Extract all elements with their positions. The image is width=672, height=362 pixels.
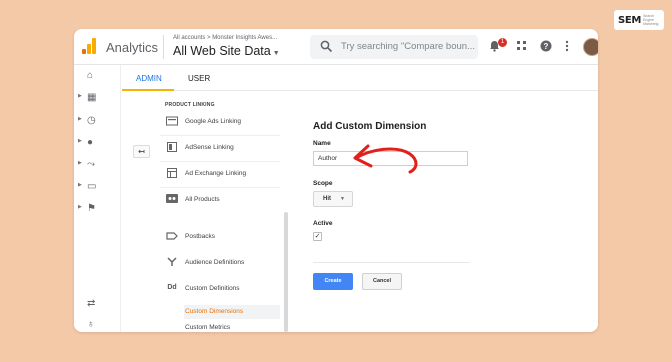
header-divider <box>163 35 164 59</box>
form-divider <box>313 262 470 263</box>
scope-value: Hit <box>323 196 331 202</box>
active-checkbox[interactable]: ✓ <box>313 232 322 241</box>
all-products-icon <box>166 194 178 204</box>
svg-text:?: ? <box>544 42 549 51</box>
menu-item-all-products[interactable]: All Products <box>160 188 282 214</box>
back-button[interactable]: ↤ <box>133 145 150 158</box>
apps-grid-icon[interactable] <box>516 40 527 54</box>
menu-item-label: Ad Exchange Linking <box>185 170 247 177</box>
menu-item-custom-definitions[interactable]: Dd Custom Definitions <box>160 277 282 303</box>
back-arrow-icon: ↤ <box>138 147 145 156</box>
tab-admin[interactable]: ADMIN <box>136 74 162 83</box>
adsense-icon <box>166 142 178 152</box>
left-nav-rail: ⌂ ▶ ▦ ▶ ◷ ▶ ● ▶ ⤳ ▶ ▭ ▶ ⚑ ⇄ ♁ <box>74 65 121 332</box>
menu-item-postbacks[interactable]: Postbacks <box>160 225 282 251</box>
ads-icon <box>166 116 178 126</box>
scope-label: Scope <box>313 180 333 187</box>
menu-item-audience-definitions[interactable]: Audience Definitions <box>160 251 282 277</box>
analytics-window: Analytics All accounts > Monster Insight… <box>74 29 598 332</box>
display-icon[interactable]: ▶ ▭ <box>78 181 108 195</box>
search-box[interactable]: Try searching "Compare boun... <box>310 35 478 59</box>
ad-exchange-icon <box>166 168 178 178</box>
lightbulb-icon[interactable]: ♁ <box>78 319 108 332</box>
home-icon[interactable]: ⌂ <box>78 70 108 84</box>
submenu-custom-metrics[interactable]: Custom Metrics <box>185 324 230 331</box>
audience-icon <box>166 257 178 267</box>
scope-dropdown[interactable]: Hit ▼ <box>313 191 353 207</box>
top-header: Analytics All accounts > Monster Insight… <box>74 29 598 65</box>
search-placeholder: Try searching "Compare boun... <box>341 41 475 52</box>
help-icon[interactable]: ? <box>540 40 552 55</box>
cancel-button[interactable]: Cancel <box>362 273 402 290</box>
notification-badge: 1 <box>498 38 507 47</box>
annotation-arrow-icon <box>353 144 418 174</box>
postbacks-icon <box>166 231 178 241</box>
app-title: Analytics <box>106 40 159 55</box>
admin-tabs: ADMIN USER <box>122 65 598 91</box>
avatar[interactable] <box>583 38 598 56</box>
brand-tagline: Search Engine Marketing <box>643 14 659 26</box>
name-label: Name <box>313 140 331 147</box>
menu-item-label: Google Ads Linking <box>185 118 242 125</box>
menu-item-label: Audience Definitions <box>185 259 245 266</box>
breadcrumb[interactable]: All accounts > Monster Insights Awes... <box>173 35 277 41</box>
property-menu: PRODUCT LINKING Google Ads Linking AdSen… <box>160 95 290 332</box>
menu-item-label: All Products <box>185 196 220 203</box>
caret-down-icon: ▼ <box>272 50 280 57</box>
dashboard-icon[interactable]: ▶ ▦ <box>78 92 108 106</box>
brand-name: SEM <box>618 14 642 26</box>
search-icon <box>320 40 333 53</box>
person-icon[interactable]: ▶ ● <box>78 137 108 151</box>
brand-logo: SEM Search Engine Marketing <box>614 10 664 30</box>
analytics-logo-icon <box>82 38 96 54</box>
section-heading: PRODUCT LINKING <box>165 102 215 108</box>
menu-item-adsense-linking[interactable]: AdSense Linking <box>160 136 282 162</box>
active-label: Active <box>313 220 333 227</box>
menu-item-label: Custom Definitions <box>185 285 240 292</box>
tab-admin-underline <box>122 89 174 91</box>
property-selector[interactable]: All Web Site Data ▼ <box>173 44 280 58</box>
property-name: All Web Site Data <box>173 44 271 58</box>
more-vert-icon[interactable] <box>565 40 569 55</box>
discover-icon[interactable]: ⇄ <box>78 298 108 312</box>
create-button[interactable]: Create <box>313 273 353 290</box>
chevron-down-icon: ▼ <box>340 196 345 202</box>
clock-icon[interactable]: ▶ ◷ <box>78 115 108 129</box>
menu-item-google-ads-linking[interactable]: Google Ads Linking <box>160 110 282 136</box>
submenu-custom-dimensions[interactable]: Custom Dimensions <box>184 305 280 319</box>
menu-item-ad-exchange-linking[interactable]: Ad Exchange Linking <box>160 162 282 188</box>
menu-item-label: AdSense Linking <box>185 144 234 151</box>
tab-user[interactable]: USER <box>188 74 210 83</box>
checkmark-icon: ✓ <box>314 233 321 240</box>
menu-scrollbar[interactable] <box>284 212 288 332</box>
menu-item-label: Postbacks <box>185 233 215 240</box>
flag-icon[interactable]: ▶ ⚑ <box>78 203 108 217</box>
custom-definitions-icon: Dd <box>167 284 177 291</box>
form-title: Add Custom Dimension <box>313 121 427 132</box>
acquisition-icon[interactable]: ▶ ⤳ <box>78 159 108 173</box>
